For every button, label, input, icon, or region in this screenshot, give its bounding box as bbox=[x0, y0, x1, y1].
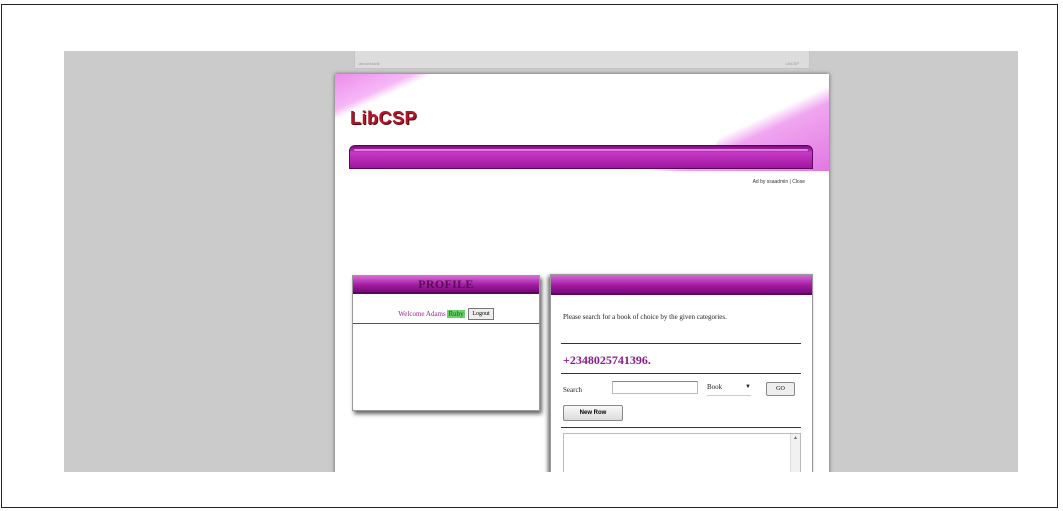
search-panel: Please search for a book of choice by th… bbox=[550, 274, 813, 472]
top-strip-left-text: about:blank bbox=[359, 61, 380, 66]
search-input[interactable] bbox=[612, 381, 698, 394]
divider-3 bbox=[561, 427, 801, 428]
category-select-value: Book bbox=[707, 383, 723, 391]
search-label: Search bbox=[563, 386, 583, 394]
ad-line[interactable]: Ad by ssaadmin | Close bbox=[753, 179, 805, 185]
browser-viewport: about:blank LibCSP LibCSP Ad by ssaadmin… bbox=[64, 51, 1018, 472]
screenshot-frame: about:blank LibCSP LibCSP Ad by ssaadmin… bbox=[1, 4, 1058, 508]
logout-button[interactable]: Logout bbox=[468, 308, 494, 321]
new-row-button[interactable]: New Row bbox=[563, 405, 623, 421]
profile-panel: PROFILE Welcome Adams Ruby Logout bbox=[352, 275, 540, 411]
profile-welcome-row: Welcome Adams Ruby Logout bbox=[353, 305, 539, 324]
nav-bar bbox=[349, 145, 813, 169]
site-banner: LibCSP bbox=[335, 74, 829, 171]
profile-heading-text: PROFILE bbox=[418, 277, 474, 291]
welcome-text: Welcome Adams bbox=[398, 310, 446, 318]
divider-2 bbox=[561, 373, 801, 374]
site-page: LibCSP Ad by ssaadmin | Close PROFILE We… bbox=[335, 74, 829, 472]
top-strip-right-text: LibCSP bbox=[785, 61, 799, 66]
category-select[interactable]: Book ▼ bbox=[707, 383, 751, 396]
browser-top-strip: about:blank LibCSP bbox=[354, 51, 810, 69]
search-instructions: Please search for a book of choice by th… bbox=[563, 313, 727, 321]
search-panel-heading bbox=[551, 275, 812, 295]
go-button[interactable]: GO bbox=[766, 382, 795, 396]
site-logo[interactable]: LibCSP bbox=[350, 108, 417, 129]
divider-1 bbox=[561, 343, 801, 344]
scroll-up-icon[interactable]: ▲ bbox=[793, 436, 798, 441]
textarea-scrollbar[interactable]: ▲ bbox=[790, 434, 800, 472]
chevron-down-icon: ▼ bbox=[745, 384, 751, 390]
results-textarea[interactable]: ▲ bbox=[563, 433, 801, 472]
profile-heading: PROFILE bbox=[353, 276, 539, 294]
username-link[interactable]: Ruby bbox=[447, 310, 465, 318]
phone-number: +2348025741396. bbox=[563, 353, 651, 367]
